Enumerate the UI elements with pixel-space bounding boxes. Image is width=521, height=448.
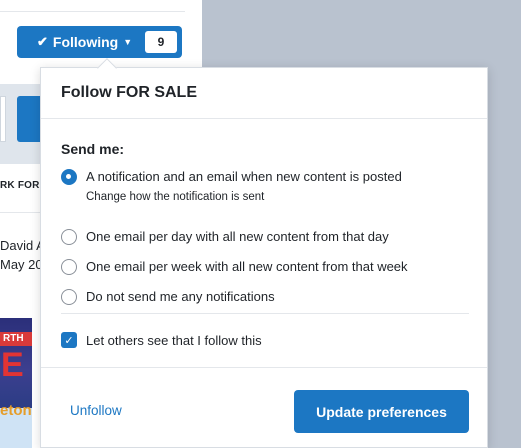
visibility-checkbox-row[interactable]: ✓ Let others see that I follow this bbox=[61, 332, 262, 348]
option-label: One email per week with all new content … bbox=[86, 259, 408, 274]
thumbnail-banner-text: RTH bbox=[3, 333, 24, 344]
caret-down-icon: ▼ bbox=[123, 37, 133, 47]
option-daily-email[interactable]: One email per day with all new content f… bbox=[61, 228, 469, 258]
radio[interactable] bbox=[61, 289, 77, 305]
notification-options: A notification and an email when new con… bbox=[61, 168, 469, 318]
post-date: May 20 bbox=[0, 257, 43, 272]
update-preferences-button[interactable]: Update preferences bbox=[294, 390, 469, 433]
following-label: Following bbox=[52, 34, 119, 50]
radio[interactable] bbox=[61, 259, 77, 275]
thumbnail-big-text: E bbox=[1, 346, 24, 384]
thumbnail-banner: RTH bbox=[0, 332, 32, 346]
checkbox-checked[interactable]: ✓ bbox=[61, 332, 77, 348]
divider bbox=[0, 11, 185, 12]
unfollow-link[interactable]: Unfollow bbox=[70, 403, 122, 418]
follower-count-badge: 9 bbox=[145, 31, 177, 53]
option-notification-and-email[interactable]: A notification and an email when new con… bbox=[61, 168, 469, 228]
send-me-label: Send me: bbox=[61, 141, 125, 157]
check-icon: ✔ bbox=[37, 34, 48, 49]
thumbnail-bottom-text: eton bbox=[0, 402, 32, 419]
option-weekly-email[interactable]: One email per week with all new content … bbox=[61, 258, 469, 288]
option-label: One email per day with all new content f… bbox=[86, 229, 389, 244]
option-label: Do not send me any notifications bbox=[86, 289, 275, 304]
author-info: David A May 20 bbox=[0, 236, 45, 274]
follow-dialog: Follow FOR SALE Send me: A notification … bbox=[40, 67, 488, 448]
dialog-title: Follow FOR SALE bbox=[61, 84, 197, 101]
background-input bbox=[0, 96, 6, 142]
thread-thumbnail: RTH E eton bbox=[0, 318, 32, 448]
divider bbox=[61, 313, 469, 314]
option-label: A notification and an email when new con… bbox=[86, 169, 402, 184]
dialog-footer: Unfollow Update preferences bbox=[41, 367, 487, 448]
following-button[interactable]: ✔ Following ▼ 9 bbox=[17, 26, 182, 58]
visibility-checkbox-label: Let others see that I follow this bbox=[86, 332, 262, 348]
radio-selected[interactable] bbox=[61, 169, 77, 185]
radio[interactable] bbox=[61, 229, 77, 245]
author-name: David A bbox=[0, 238, 45, 253]
option-hint: Change how the notification is sent bbox=[86, 191, 265, 203]
